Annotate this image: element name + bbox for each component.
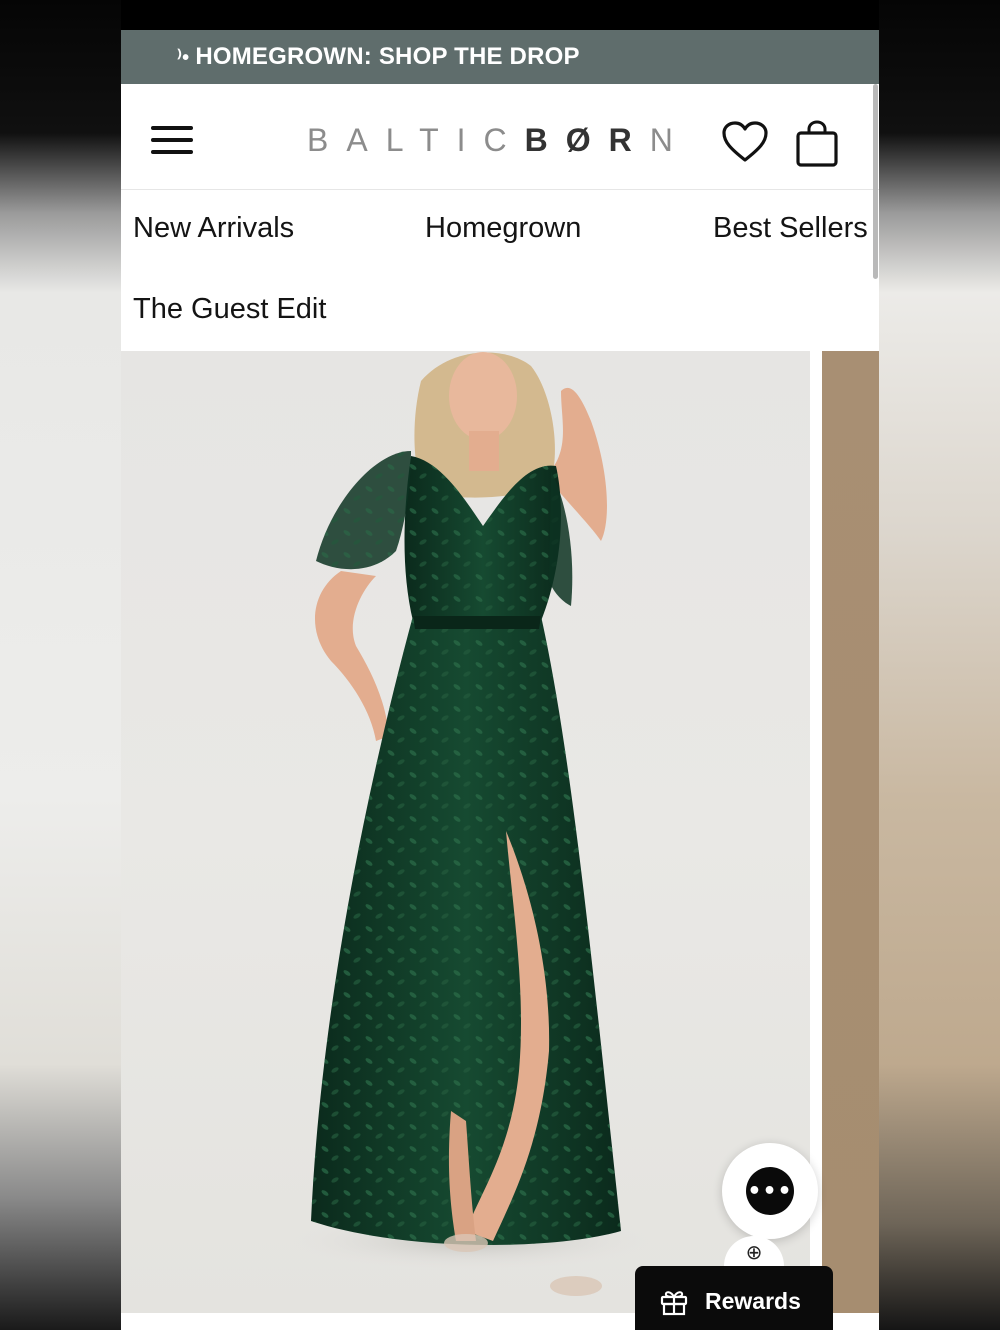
logo-part-dark: BØR xyxy=(524,122,650,158)
blurred-background-left xyxy=(0,0,121,1330)
heart-icon[interactable] xyxy=(721,120,769,164)
category-nav: New Arrivals Homegrown Best Sellers The … xyxy=(121,190,879,350)
next-product-image-peek[interactable] xyxy=(822,351,879,1313)
rewards-button[interactable]: Rewards xyxy=(635,1266,833,1330)
rewards-label: Rewards xyxy=(705,1287,801,1314)
status-bar xyxy=(121,0,879,30)
announcement-marker: ⁾• xyxy=(177,46,190,69)
chat-widget-button[interactable]: ••• xyxy=(722,1143,818,1239)
brand-logo[interactable]: BALTICBØRN xyxy=(307,122,691,159)
zoom-glyph: ⊕ xyxy=(745,1240,763,1264)
shopping-bag-icon[interactable] xyxy=(795,120,839,168)
announcement-text[interactable]: HOMEGROWN: SHOP THE DROP xyxy=(195,43,579,71)
blurred-background-right xyxy=(879,0,1000,1330)
nav-item-new-arrivals[interactable]: New Arrivals xyxy=(133,212,294,245)
chat-bubble-icon: ••• xyxy=(746,1167,794,1215)
site-header: BALTICBØRN xyxy=(121,84,879,190)
announcement-bar[interactable]: ⁾• HOMEGROWN: SHOP THE DROP xyxy=(121,30,879,84)
scrollbar[interactable] xyxy=(873,84,878,279)
nav-item-best-sellers[interactable]: Best Sellers xyxy=(713,212,868,245)
logo-part-light: BALTIC xyxy=(307,122,525,158)
mobile-page: ⁾• HOMEGROWN: SHOP THE DROP BALTICBØRN N… xyxy=(121,0,879,1330)
gift-icon xyxy=(660,1291,688,1316)
hamburger-menu-icon[interactable] xyxy=(151,126,193,158)
logo-part-light-end: N xyxy=(649,122,691,158)
product-image[interactable] xyxy=(121,351,810,1313)
nav-item-homegrown[interactable]: Homegrown xyxy=(425,212,581,245)
nav-item-the-guest-edit[interactable]: The Guest Edit xyxy=(133,293,326,326)
